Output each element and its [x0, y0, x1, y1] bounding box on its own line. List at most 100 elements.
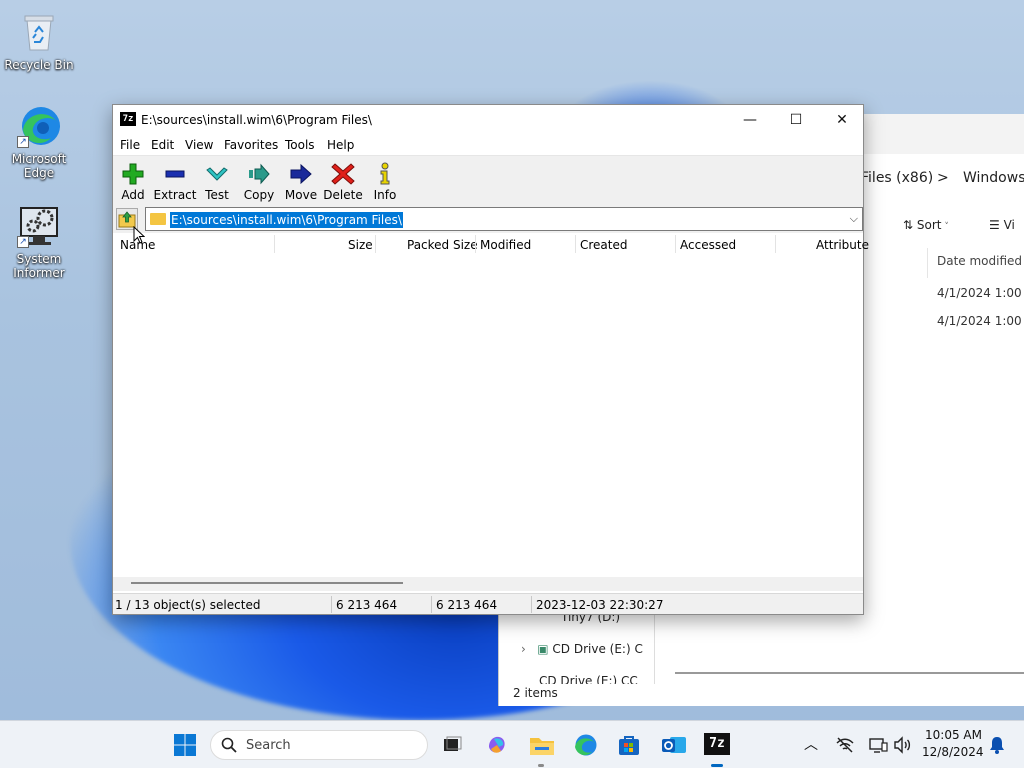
status-selected: 1 / 13 object(s) selected	[115, 598, 261, 612]
display-icon[interactable]	[868, 735, 888, 755]
taskbar-search[interactable]: Search	[210, 730, 428, 760]
sevenzip-window[interactable]: 7z E:\sources\install.wim\6\Program File…	[112, 104, 869, 615]
column-divider	[927, 248, 928, 278]
store-icon	[619, 736, 639, 755]
breadcrumb-program-files-x86[interactable]: Files (x86)	[861, 170, 933, 186]
clock-date[interactable]: 12/8/2024	[922, 745, 984, 759]
network-off-icon[interactable]	[835, 735, 855, 755]
file-list[interactable]	[113, 255, 863, 577]
sort-button[interactable]: ⇅ Sort ˅	[903, 218, 949, 232]
folder-icon	[150, 213, 166, 225]
explorer-hscrollbar[interactable]	[675, 672, 1024, 674]
edge-icon: ↗	[17, 104, 61, 148]
column-created[interactable]: Created	[580, 238, 628, 252]
menu-view[interactable]: View	[185, 138, 213, 152]
menu-file[interactable]: File	[120, 138, 140, 152]
column-separator	[375, 235, 376, 253]
menu-tools[interactable]: Tools	[285, 138, 315, 152]
menubar: File Edit View Favorites Tools Help	[113, 135, 863, 155]
toolbar: Add Extract Test Copy Move Delete Info	[113, 155, 863, 205]
column-separator	[675, 235, 676, 253]
move-button[interactable]: Move	[278, 160, 324, 202]
explorer-status-items: 2 items	[513, 686, 558, 700]
edge-icon	[575, 734, 597, 756]
titlebar[interactable]: 7z E:\sources\install.wim\6\Program File…	[113, 105, 863, 135]
task-view-button[interactable]	[440, 733, 464, 757]
desktop-icon-system-informer[interactable]: ↗ System Informer	[1, 204, 77, 280]
extract-button[interactable]: Extract	[152, 160, 198, 202]
minimize-button[interactable]: —	[727, 105, 773, 135]
address-input[interactable]: E:\sources\install.wim\6\Program Files\	[170, 212, 403, 228]
edge-taskbar-button[interactable]	[573, 733, 597, 757]
task-view-icon	[444, 736, 462, 751]
file-explorer-button[interactable]	[529, 733, 554, 757]
menu-favorites[interactable]: Favorites	[224, 138, 278, 152]
column-attribute[interactable]: Attribute	[816, 238, 869, 252]
chevron-right-icon: ›	[521, 642, 538, 656]
address-bar[interactable]: E:\sources\install.wim\6\Program Files\ …	[145, 207, 863, 231]
column-packed-size[interactable]: Packed Size	[407, 238, 478, 252]
chevron-down-icon: ˅	[941, 222, 949, 232]
column-separator	[575, 235, 576, 253]
info-button[interactable]: Info	[362, 160, 408, 202]
clock-time[interactable]: 10:05 AM	[922, 728, 982, 742]
column-date-modified[interactable]: Date modified	[937, 254, 1022, 268]
list-icon: ☰	[989, 218, 1004, 232]
scrollbar-thumb[interactable]	[131, 582, 403, 584]
copy-button[interactable]: Copy	[236, 160, 282, 202]
notification-bell-icon[interactable]	[988, 735, 1006, 755]
move-arrow-icon	[289, 162, 313, 186]
column-accessed[interactable]: Accessed	[680, 238, 736, 252]
chevron-down-icon[interactable]: ⌵	[850, 212, 858, 226]
running-indicator	[538, 764, 544, 767]
delete-button[interactable]: Delete	[320, 160, 366, 202]
copilot-button[interactable]	[485, 733, 509, 757]
explorer-titlebar	[861, 114, 1024, 154]
status-separator	[531, 596, 532, 613]
horizontal-scrollbar[interactable]	[113, 577, 863, 591]
shortcut-arrow-icon: ↗	[17, 236, 29, 248]
maximize-button[interactable]: ☐	[773, 105, 819, 135]
column-size[interactable]: Size	[348, 238, 373, 252]
system-informer-icon: ↗	[17, 204, 61, 248]
tree-item-cd-drive[interactable]: › ▣ CD Drive (E:) C	[521, 642, 643, 656]
folder-icon	[530, 738, 554, 755]
start-button[interactable]	[173, 733, 197, 757]
check-icon	[205, 162, 229, 186]
sevenzip-icon: 7z	[704, 733, 730, 755]
volume-icon[interactable]	[892, 735, 912, 755]
copy-arrow-icon	[247, 162, 271, 186]
status-date: 2023-12-03 22:30:27	[536, 598, 664, 612]
sevenzip-app-icon: 7z	[120, 112, 136, 126]
mouse-cursor-icon	[133, 226, 145, 244]
breadcrumb-separator: >	[937, 170, 949, 186]
cd-drive-icon: ▣	[537, 642, 553, 656]
sevenzip-taskbar-button[interactable]: 7z	[704, 733, 730, 757]
menu-help[interactable]: Help	[327, 138, 354, 152]
chevron-up-icon[interactable]: ︿	[804, 734, 818, 754]
column-modified[interactable]: Modified	[480, 238, 531, 252]
delete-x-icon	[331, 162, 355, 186]
status-separator	[331, 596, 332, 613]
outlook-button[interactable]	[661, 733, 686, 757]
active-indicator	[711, 764, 723, 767]
search-icon	[221, 737, 237, 753]
windows-logo-icon	[174, 734, 196, 756]
store-button[interactable]	[617, 733, 641, 757]
add-button[interactable]: Add	[110, 160, 156, 202]
test-button[interactable]: Test	[194, 160, 240, 202]
search-placeholder: Search	[246, 738, 291, 753]
view-button[interactable]: ☰ Vi	[989, 218, 1015, 232]
tree-item-cd-drive-2[interactable]: CD Drive (E:) CC	[539, 674, 638, 684]
desktop-icon-recycle-bin[interactable]: Recycle Bin	[1, 10, 77, 72]
menu-edit[interactable]: Edit	[151, 138, 174, 152]
close-button[interactable]: ✕	[819, 105, 865, 135]
desktop-icon-label: System Informer	[13, 252, 65, 280]
window-title: E:\sources\install.wim\6\Program Files\	[141, 113, 372, 127]
column-header: Name Size Packed Size Modified Created A…	[113, 233, 869, 255]
status-separator	[431, 596, 432, 613]
breadcrumb-windows[interactable]: Windows	[963, 170, 1024, 186]
status-packed-size: 6 213 464	[436, 598, 498, 612]
desktop-icon-edge[interactable]: ↗ Microsoft Edge	[1, 104, 77, 180]
shortcut-arrow-icon: ↗	[17, 136, 29, 148]
